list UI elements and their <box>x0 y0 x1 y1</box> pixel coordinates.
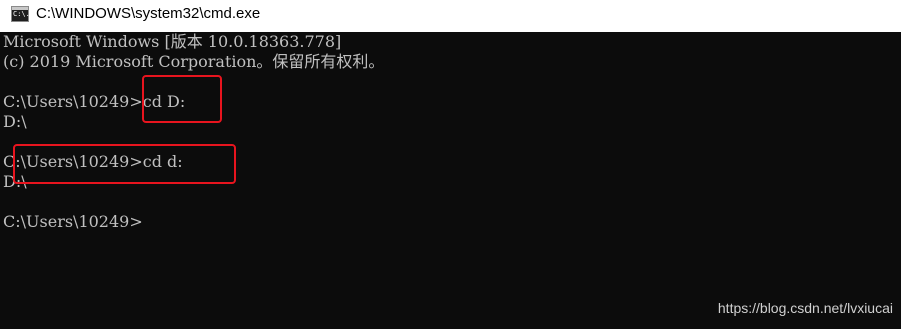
cmd-app-icon[interactable]: C:\. <box>11 6 30 22</box>
annotation-box-cd-upper <box>142 75 222 123</box>
console-line-prompt: C:\Users\10249> <box>3 212 143 231</box>
console-line-version: Microsoft Windows [版本 10.0.18363.778] <box>3 32 342 51</box>
app-icon-label: C:\. <box>13 10 30 18</box>
cmd-window: C:\. C:\WINDOWS\system32\cmd.exe Microso… <box>0 0 901 329</box>
watermark-text: https://blog.csdn.net/lvxiucai <box>717 300 893 316</box>
title-bar[interactable]: C:\. C:\WINDOWS\system32\cmd.exe <box>0 0 901 33</box>
window-title: C:\WINDOWS\system32\cmd.exe <box>36 5 261 22</box>
console-line-copyright: (c) 2019 Microsoft Corporation。保留所有权利。 <box>3 52 385 71</box>
annotation-box-cd-lower <box>13 144 236 184</box>
console-line-output: D:\ <box>3 112 27 131</box>
